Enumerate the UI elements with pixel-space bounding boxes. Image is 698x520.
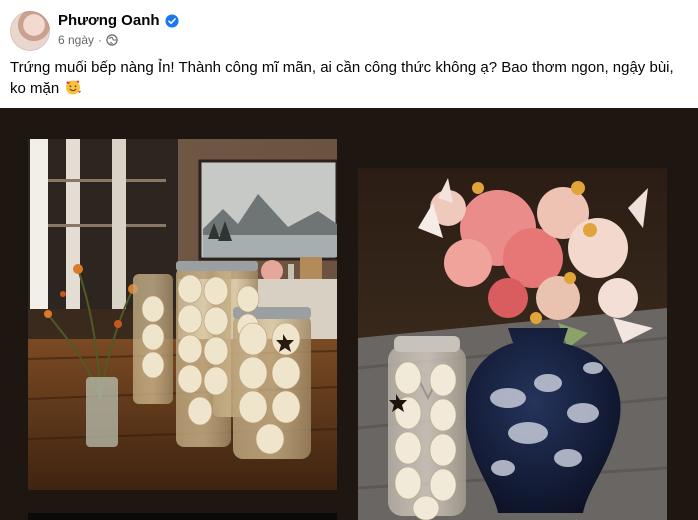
photo-pickled-eggs-jars[interactable] (28, 139, 337, 490)
author-name-row: Phương Oanh (58, 12, 179, 29)
post-header: Phương Oanh 6 ngày · (0, 0, 698, 56)
post-text: Trứng muối bếp nàng Ỉn! Thành công mĩ mã… (10, 57, 690, 99)
author-name[interactable]: Phương Oanh (58, 12, 160, 29)
photo-eggs-jar-and-flower-vase[interactable] (358, 168, 667, 520)
photo-gallery (0, 108, 698, 520)
globe-icon[interactable] (106, 34, 118, 46)
smiling-face-with-hearts-icon (65, 79, 82, 95)
meta-separator: · (98, 33, 103, 47)
photo-dark-partial[interactable] (28, 513, 337, 520)
post-meta: 6 ngày · (58, 33, 118, 47)
verified-badge-icon (164, 13, 179, 28)
post-text-main: Trứng muối bếp nàng Ỉn! Thành công mĩ mã… (10, 59, 674, 97)
author-avatar[interactable] (10, 11, 50, 51)
post-time[interactable]: 6 ngày (58, 33, 94, 47)
